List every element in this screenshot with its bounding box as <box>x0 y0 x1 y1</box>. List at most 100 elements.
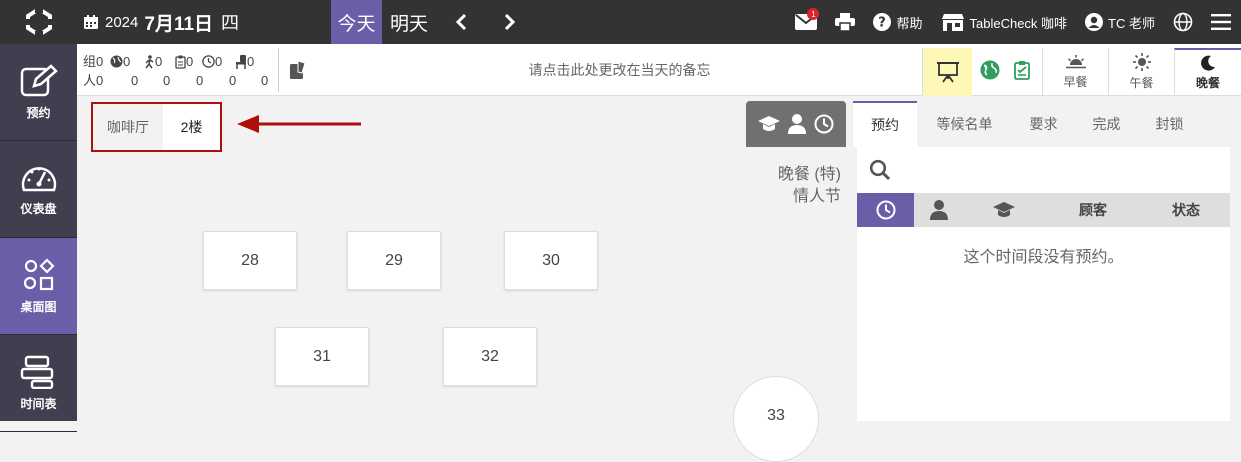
clock-outline-icon <box>876 200 895 220</box>
logo-icon <box>23 7 54 37</box>
sort-by-status[interactable]: 状态 <box>1142 193 1230 227</box>
daily-memo[interactable]: 请点击此处更改在当天的备忘 <box>317 44 922 96</box>
table-32[interactable]: 32 <box>443 327 537 386</box>
stats-divider <box>278 48 279 92</box>
walk-in-icon <box>145 54 154 68</box>
hamburger-icon <box>1211 14 1231 30</box>
today-button[interactable]: 今天 <box>331 0 382 44</box>
dashboard-icon <box>21 166 56 191</box>
globe-icon <box>1173 12 1193 32</box>
reservation-panel: 预约 等候名单 要求 完成 封锁 顾客 状态 这个时间段没有预约。 <box>853 101 1241 421</box>
sun-icon <box>1132 53 1151 71</box>
meal-dinner[interactable]: 晚餐 <box>1174 48 1241 96</box>
table-29[interactable]: 29 <box>347 231 441 290</box>
help-label: 帮助 <box>896 15 923 31</box>
table-map-icon <box>23 257 55 290</box>
sort-by-time[interactable] <box>857 193 914 227</box>
user-menu[interactable]: TC 老师 <box>1076 0 1164 44</box>
stat-seated-people: 0 <box>261 73 269 88</box>
graduation-cap-icon <box>993 202 1015 217</box>
table-33[interactable]: 33 <box>733 376 819 462</box>
stats-bar: 组 0 0 0 0 0 0 人 0 0 0 0 0 0 请点击此处更改在当天的备… <box>77 44 1241 96</box>
tab-blocked[interactable]: 封锁 <box>1138 101 1201 147</box>
help-icon: ? <box>873 13 892 31</box>
annotation-arrow <box>237 115 361 133</box>
shop-label: TableCheck 咖啡 <box>969 15 1068 31</box>
sort-by-party-size[interactable] <box>914 193 964 227</box>
svg-text:?: ? <box>879 16 887 31</box>
printer-icon <box>835 13 856 31</box>
table-31[interactable]: 31 <box>275 327 369 386</box>
web-icon <box>110 55 123 68</box>
next-day-button[interactable] <box>497 0 523 44</box>
event-name: 情人节 <box>792 188 841 205</box>
tab-requests[interactable]: 要求 <box>1012 101 1075 147</box>
app-logo[interactable] <box>0 0 77 44</box>
stat-web-groups: 0 <box>123 54 131 69</box>
shop-selector[interactable]: TableCheck 咖啡 <box>932 0 1077 44</box>
tab-completed[interactable]: 完成 <box>1075 101 1138 147</box>
search-icon <box>869 159 891 181</box>
top-bar: 2024 7月11日 四 今天 明天 1 ? 帮助 TableCheck 咖啡 … <box>0 0 1241 44</box>
stat-total-groups: 0 <box>96 54 104 69</box>
menu-button[interactable] <box>1202 0 1241 44</box>
date-year: 2024 <box>105 13 139 31</box>
floor-tab-2f[interactable]: 2楼 <box>163 104 220 150</box>
chevron-left-icon <box>455 13 467 31</box>
language-button[interactable] <box>1164 0 1202 44</box>
meal-breakfast[interactable]: 早餐 <box>1042 48 1108 96</box>
panel-tabs: 预约 等候名单 要求 完成 封锁 <box>853 101 1241 147</box>
date-picker[interactable]: 2024 7月11日 四 <box>83 9 239 36</box>
panel-body: 顾客 状态 这个时间段没有预约。 <box>857 147 1230 421</box>
previous-day-button[interactable] <box>448 0 474 44</box>
presentation-icon <box>936 62 959 83</box>
table-30[interactable]: 30 <box>504 231 598 290</box>
stat-seated-groups: 0 <box>247 54 255 69</box>
clipboard-icon <box>175 55 186 69</box>
table-28[interactable]: 28 <box>203 231 297 290</box>
nav-item-reservation[interactable]: 预约 <box>0 44 77 141</box>
meal-lunch[interactable]: 午餐 <box>1108 48 1174 96</box>
tab-waitlist[interactable]: 等候名单 <box>917 101 1012 147</box>
user-label: TC 老师 <box>1108 15 1155 31</box>
stat-walkin-groups: 0 <box>155 54 163 69</box>
help-button[interactable]: ? 帮助 <box>864 0 931 44</box>
stat-waiting-people: 0 <box>229 73 237 88</box>
clock-icon <box>202 55 215 68</box>
nav-label-table-map: 桌面图 <box>20 299 57 314</box>
moon-icon <box>1201 55 1215 71</box>
tomorrow-button[interactable]: 明天 <box>386 0 432 44</box>
floor-tabs: 咖啡厅 2楼 <box>91 102 222 152</box>
storefront-icon <box>941 14 964 31</box>
table-filter-group[interactable] <box>746 101 846 147</box>
checklist-icon <box>1014 61 1030 80</box>
sunrise-icon <box>1065 55 1086 69</box>
people-prefix: 人 <box>83 73 97 88</box>
stat-request-groups: 0 <box>186 54 194 69</box>
presentation-button[interactable] <box>922 48 972 96</box>
memo-note-icon[interactable] <box>289 60 307 85</box>
reservation-search[interactable] <box>857 147 1230 193</box>
tab-reservations[interactable]: 预约 <box>853 101 917 147</box>
nav-label-dashboard: 仪表盘 <box>20 201 57 216</box>
nav-item-dashboard[interactable]: 仪表盘 <box>0 141 77 238</box>
mail-button[interactable]: 1 <box>786 0 826 44</box>
print-button[interactable] <box>826 0 864 44</box>
sort-by-guest[interactable]: 顾客 <box>1044 193 1142 227</box>
chevron-right-icon <box>504 13 516 31</box>
stats-people-row: 人 0 0 0 0 0 0 <box>83 71 268 90</box>
mail-badge: 1 <box>807 8 820 20</box>
online-booking-toggle[interactable] <box>980 60 1000 85</box>
timeline-icon <box>20 355 53 389</box>
nav-label-reservation: 预约 <box>26 105 51 120</box>
nav-item-timeline[interactable]: 时间表 <box>0 335 77 432</box>
nav-label-timeline: 时间表 <box>20 396 57 411</box>
stat-walkin-people: 0 <box>163 73 171 88</box>
service-event: 晚餐 (特) 情人节 <box>700 164 841 208</box>
checklist-button[interactable] <box>1014 60 1030 85</box>
graduation-cap-icon <box>758 116 780 131</box>
meal-lunch-label: 午餐 <box>1129 76 1154 90</box>
sort-by-table[interactable] <box>964 193 1044 227</box>
nav-item-table-map[interactable]: 桌面图 <box>0 238 77 335</box>
floor-tab-cafe[interactable]: 咖啡厅 <box>93 104 163 150</box>
